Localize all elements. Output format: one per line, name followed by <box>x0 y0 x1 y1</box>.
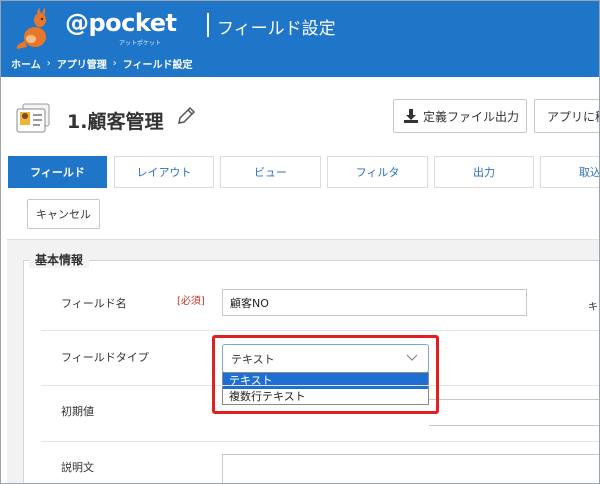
field-type-label: フィールドタイプ <box>61 351 149 364</box>
app-title: 1.顧客管理 <box>67 111 164 133</box>
brand-name: @pocket <box>65 9 177 37</box>
contact-card-icon <box>16 103 50 133</box>
row-divider <box>41 330 599 331</box>
breadcrumb-separator: › <box>46 58 51 69</box>
tab-import[interactable]: 取込 <box>540 156 600 188</box>
move-to-app-label: アプリに移 <box>547 109 599 124</box>
required-badge: [必須] <box>177 296 205 307</box>
section-title: 基本情報 <box>29 251 90 268</box>
tab-filter[interactable]: フィルタ <box>327 156 428 188</box>
highlight-annotation <box>212 335 439 414</box>
cancel-label: キャンセル <box>36 208 91 221</box>
download-icon <box>404 109 418 123</box>
export-definition-button[interactable]: 定義ファイル出力 <box>393 99 527 133</box>
tab-label: 出力 <box>473 166 495 179</box>
breadcrumb-field-settings: フィールド設定 <box>122 60 193 71</box>
breadcrumb-separator: › <box>112 58 117 69</box>
move-to-app-button[interactable]: アプリに移 <box>534 99 599 133</box>
tab-layout[interactable]: レイアウト <box>114 156 214 188</box>
pocket-logo[interactable]: @pocket アットポケット <box>9 5 177 49</box>
page-heading: フィールド設定 <box>217 19 336 39</box>
brand-subtitle: アットポケット <box>119 40 162 47</box>
tab-output[interactable]: 出力 <box>434 156 534 188</box>
page-title-bar: 1.顧客管理 定義ファイル出力 アプリに移 <box>1 77 599 153</box>
row-divider <box>41 441 599 442</box>
export-definition-label: 定義ファイル出力 <box>423 109 520 124</box>
window-frame: @pocket アットポケット フィールド設定 ホーム › アプリ管理 › フィ… <box>0 0 600 484</box>
pencil-edit-icon[interactable] <box>176 106 196 126</box>
breadcrumb-app-management[interactable]: アプリ管理 <box>57 56 107 71</box>
initial-value-label: 初期値 <box>61 405 94 418</box>
initial-value-input[interactable] <box>429 399 599 426</box>
tab-field[interactable]: フィールド <box>8 156 107 188</box>
description-textarea[interactable] <box>222 454 599 483</box>
header-divider <box>207 13 209 37</box>
tab-label: フィールド <box>30 166 85 179</box>
field-name-input[interactable]: 顧客NO <box>222 289 527 316</box>
tab-view[interactable]: ビュー <box>220 156 321 188</box>
tab-label: ビュー <box>254 166 287 179</box>
tab-label: レイアウト <box>136 166 192 179</box>
tab-label: フィルタ <box>355 166 400 179</box>
cancel-button[interactable]: キャンセル <box>27 199 100 229</box>
truncated-label: キ <box>588 302 598 313</box>
settings-tabs: フィールド レイアウト ビュー フィルタ 出力 取込 <box>8 156 600 188</box>
app-header: @pocket アットポケット フィールド設定 ホーム › アプリ管理 › フィ… <box>1 1 599 77</box>
breadcrumb-home[interactable]: ホーム <box>11 56 41 71</box>
breadcrumb: ホーム › アプリ管理 › フィールド設定 <box>11 56 193 71</box>
description-label: 説明文 <box>61 461 94 474</box>
field-name-value: 顧客NO <box>230 296 269 310</box>
kangaroo-logo-icon <box>16 7 46 49</box>
tab-label: 取込 <box>579 166 600 179</box>
field-name-label: フィールド名 <box>61 297 127 310</box>
